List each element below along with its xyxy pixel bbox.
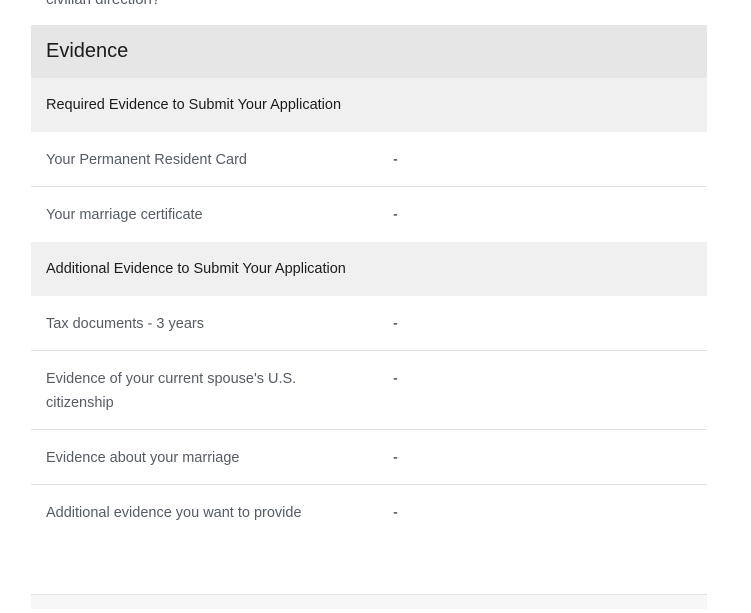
evidence-value: - (393, 152, 398, 168)
additional-evidence-row: Tax documents - 3 years - (31, 296, 707, 351)
page: civilian direction? Evidence Required Ev… (0, 0, 751, 613)
additional-evidence-heading: Additional Evidence to Submit Your Appli… (31, 242, 707, 296)
required-evidence-row: Your marriage certificate - (31, 187, 707, 242)
evidence-value: - (393, 505, 398, 521)
evidence-label: Additional evidence you want to provide (46, 505, 302, 521)
evidence-section-title: Evidence (31, 25, 707, 78)
evidence-value: - (393, 371, 398, 387)
additional-evidence-row: Additional evidence you want to provide … (31, 485, 707, 595)
evidence-value: - (393, 316, 398, 332)
evidence-section: Evidence Required Evidence to Submit You… (31, 25, 707, 609)
evidence-label: Evidence of your current spouse's U.S. c… (46, 371, 297, 411)
additional-evidence-row: Evidence about your marriage - (31, 430, 707, 485)
evidence-label: Your Permanent Resident Card (46, 152, 247, 168)
next-section-edge (31, 595, 707, 609)
evidence-value: - (393, 450, 398, 466)
evidence-label: Evidence about your marriage (46, 450, 240, 466)
required-evidence-row: Your Permanent Resident Card - (31, 132, 707, 187)
evidence-label: Tax documents - 3 years (46, 316, 204, 332)
evidence-value: - (393, 207, 398, 223)
evidence-label: Your marriage certificate (46, 207, 203, 223)
previous-question-text: civilian direction? (46, 0, 160, 10)
additional-evidence-row: Evidence of your current spouse's U.S. c… (31, 351, 707, 430)
required-evidence-heading: Required Evidence to Submit Your Applica… (31, 78, 707, 132)
